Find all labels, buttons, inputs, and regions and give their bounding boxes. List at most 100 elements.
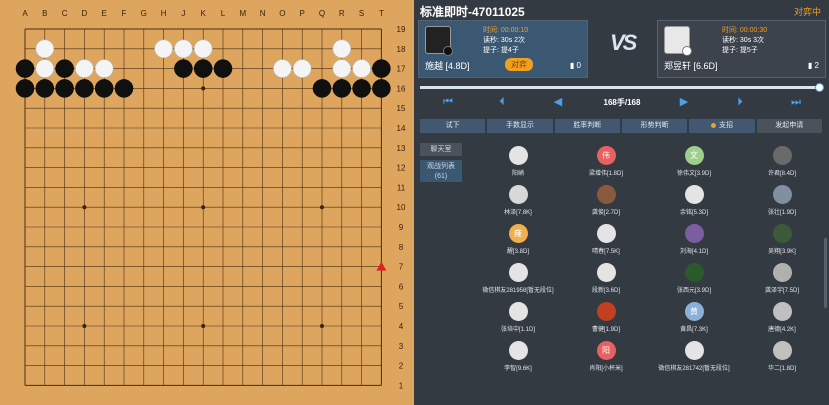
playing-badge: 对弈 — [505, 58, 533, 71]
viewer-item[interactable]: 阳峭 — [474, 146, 562, 177]
viewer-item[interactable]: 段新[3.6D] — [562, 263, 650, 294]
viewer-item[interactable]: 微信棋友281958[暂无段位] — [474, 263, 562, 294]
viewer-item[interactable]: 张培中[1.1D] — [474, 302, 562, 333]
viewer-avatar — [508, 302, 528, 321]
black-stone — [332, 79, 352, 98]
column-label: L — [221, 9, 226, 18]
first-move-button[interactable]: ⏮ — [440, 95, 456, 109]
column-label: Q — [319, 9, 325, 18]
white-player-name: 郑昱轩 [6.6D] — [664, 61, 718, 71]
go-board[interactable]: A B C D E F G H J K L M N O P Q R S T 19 18 17 16 15 14 13 12 11 10 9… — [0, 0, 414, 405]
viewer-avatar — [772, 146, 792, 165]
viewer-item[interactable]: 林泽[7.8K] — [474, 185, 562, 216]
row-label: 2 — [399, 362, 404, 371]
column-label: D — [82, 9, 88, 18]
tab-win-rate[interactable]: 胜率判断 — [554, 119, 620, 133]
bar-chart-icon: ▮ — [807, 61, 813, 70]
viewer-item[interactable]: 曹健[1.9D] — [562, 302, 650, 333]
viewer-avatar — [684, 341, 704, 360]
black-stone — [352, 79, 371, 98]
game-status: 对弈中 — [793, 7, 821, 17]
tab-viewer-list[interactable]: 观战列表 (61) — [420, 160, 462, 182]
viewer-item[interactable]: 许君[8.4D] — [738, 146, 826, 177]
white-stone-icon — [682, 46, 692, 56]
viewer-item[interactable]: 黄黄昌[7.3K] — [650, 302, 738, 333]
viewer-name: 龚泽宇[7.5D] — [764, 288, 799, 294]
star-point — [320, 205, 324, 210]
prev-move-button[interactable]: ◀ — [550, 95, 566, 109]
viewer-item[interactable]: 微信棋友281742[暂无段位] — [650, 341, 738, 372]
star-point — [82, 205, 87, 210]
last-move-button[interactable]: ⏭ — [788, 95, 804, 109]
viewer-item[interactable]: 张西元[3.9D] — [650, 263, 738, 294]
viewer-list: 阳峭伟梁增伟[1.8D] 文徐伟文[3.9D] 许君[8.4D] 林泽[7.8K] 龚俊… — [474, 140, 826, 405]
viewer-avatar — [508, 341, 528, 360]
tab-move-numbers[interactable]: 手数显示 — [487, 119, 553, 133]
tab-chat-room[interactable]: 聊天室 — [420, 143, 462, 156]
prev-ten-button[interactable]: ⏴ — [494, 95, 510, 109]
column-label: G — [141, 9, 147, 18]
next-move-button[interactable]: ▶ — [676, 95, 692, 109]
row-label: 8 — [399, 243, 404, 252]
white-stone — [273, 59, 292, 78]
tab-request[interactable]: 发起申请 — [756, 119, 822, 133]
column-label: K — [201, 9, 207, 18]
viewer-item[interactable]: 张壮[1.9D] — [738, 185, 826, 216]
viewer-avatar — [772, 263, 792, 282]
move-counter: 168手/168 — [603, 98, 641, 107]
column-label: M — [239, 9, 246, 18]
viewer-avatar — [596, 224, 616, 243]
row-label: 18 — [397, 45, 406, 54]
slider-knob[interactable] — [815, 83, 824, 92]
black-stone — [15, 79, 35, 98]
viewer-item[interactable]: 伟梁增伟[1.8D] — [562, 146, 650, 177]
viewer-item[interactable]: 刘海[4.1D] — [650, 224, 738, 255]
viewer-name: 许君[8.4D] — [767, 171, 796, 177]
viewer-scrollbar[interactable] — [824, 238, 827, 308]
black-stone — [312, 79, 332, 98]
viewer-name: 醒[3.8D] — [506, 249, 529, 255]
tab-situation[interactable]: 形势判断 — [621, 119, 688, 133]
black-stone — [174, 59, 193, 78]
black-player-avatar — [425, 26, 453, 56]
tab-trial[interactable]: 试下 — [420, 119, 486, 133]
viewer-item[interactable]: 李智[9.6K] — [474, 341, 562, 372]
viewer-item[interactable]: 龚泽宇[7.5D] — [738, 263, 826, 294]
viewer-item[interactable]: 余铭[5.3D] — [650, 185, 738, 216]
row-label: 13 — [397, 144, 406, 153]
viewer-item[interactable]: 雍醒[3.8D] — [474, 224, 562, 255]
black-stone — [55, 79, 74, 98]
star-point — [201, 205, 206, 210]
black-stone-icon — [443, 46, 453, 56]
viewer-item[interactable]: 文徐伟文[3.9D] — [650, 146, 738, 177]
row-label: 10 — [397, 203, 406, 212]
bar-chart-icon: ▮ — [569, 61, 575, 70]
star-point — [82, 324, 87, 328]
black-stone — [372, 59, 391, 78]
go-board-svg[interactable]: A B C D E F G H J K L M N O P Q R S T191817161514131211109… — [0, 0, 414, 405]
white-stone — [35, 39, 55, 59]
viewer-item[interactable]: 吴翔[3.9K] — [738, 224, 826, 255]
viewer-name: 余铭[5.3D] — [679, 210, 708, 216]
viewer-item[interactable]: 晴春[7.5K] — [562, 224, 650, 255]
star-point — [320, 324, 324, 328]
last-move-marker — [376, 261, 387, 271]
white-stone — [174, 39, 193, 59]
viewer-item[interactable]: 唐德[4.2K] — [738, 302, 826, 333]
viewer-name: 梁增伟[1.8D] — [588, 171, 623, 177]
viewer-avatar — [772, 302, 792, 321]
tab-hint[interactable]: 支招 — [689, 119, 755, 133]
move-slider[interactable] — [420, 83, 824, 92]
black-player-time: 00:00:10 — [500, 27, 529, 34]
white-player-card: 时间: 00:00:30 读秒: 30s 3次 提子: 提5子 郑昱轩 [6.6… — [657, 20, 826, 78]
viewer-item[interactable]: 龚俊[2.7D] — [562, 185, 650, 216]
viewer-item[interactable]: 阳肖阳[小杯米] — [562, 341, 650, 372]
viewer-name: 唐德[4.2K] — [768, 327, 796, 333]
next-ten-button[interactable]: ⏵ — [732, 95, 748, 109]
row-label: 9 — [399, 223, 404, 232]
viewer-name: 黄昌[7.3K] — [680, 327, 708, 333]
viewer-avatar — [684, 224, 704, 243]
white-stone — [332, 39, 352, 59]
viewer-name: 吴翔[3.9K] — [768, 249, 796, 255]
viewer-item[interactable]: 华二[1.8D] — [738, 341, 826, 372]
